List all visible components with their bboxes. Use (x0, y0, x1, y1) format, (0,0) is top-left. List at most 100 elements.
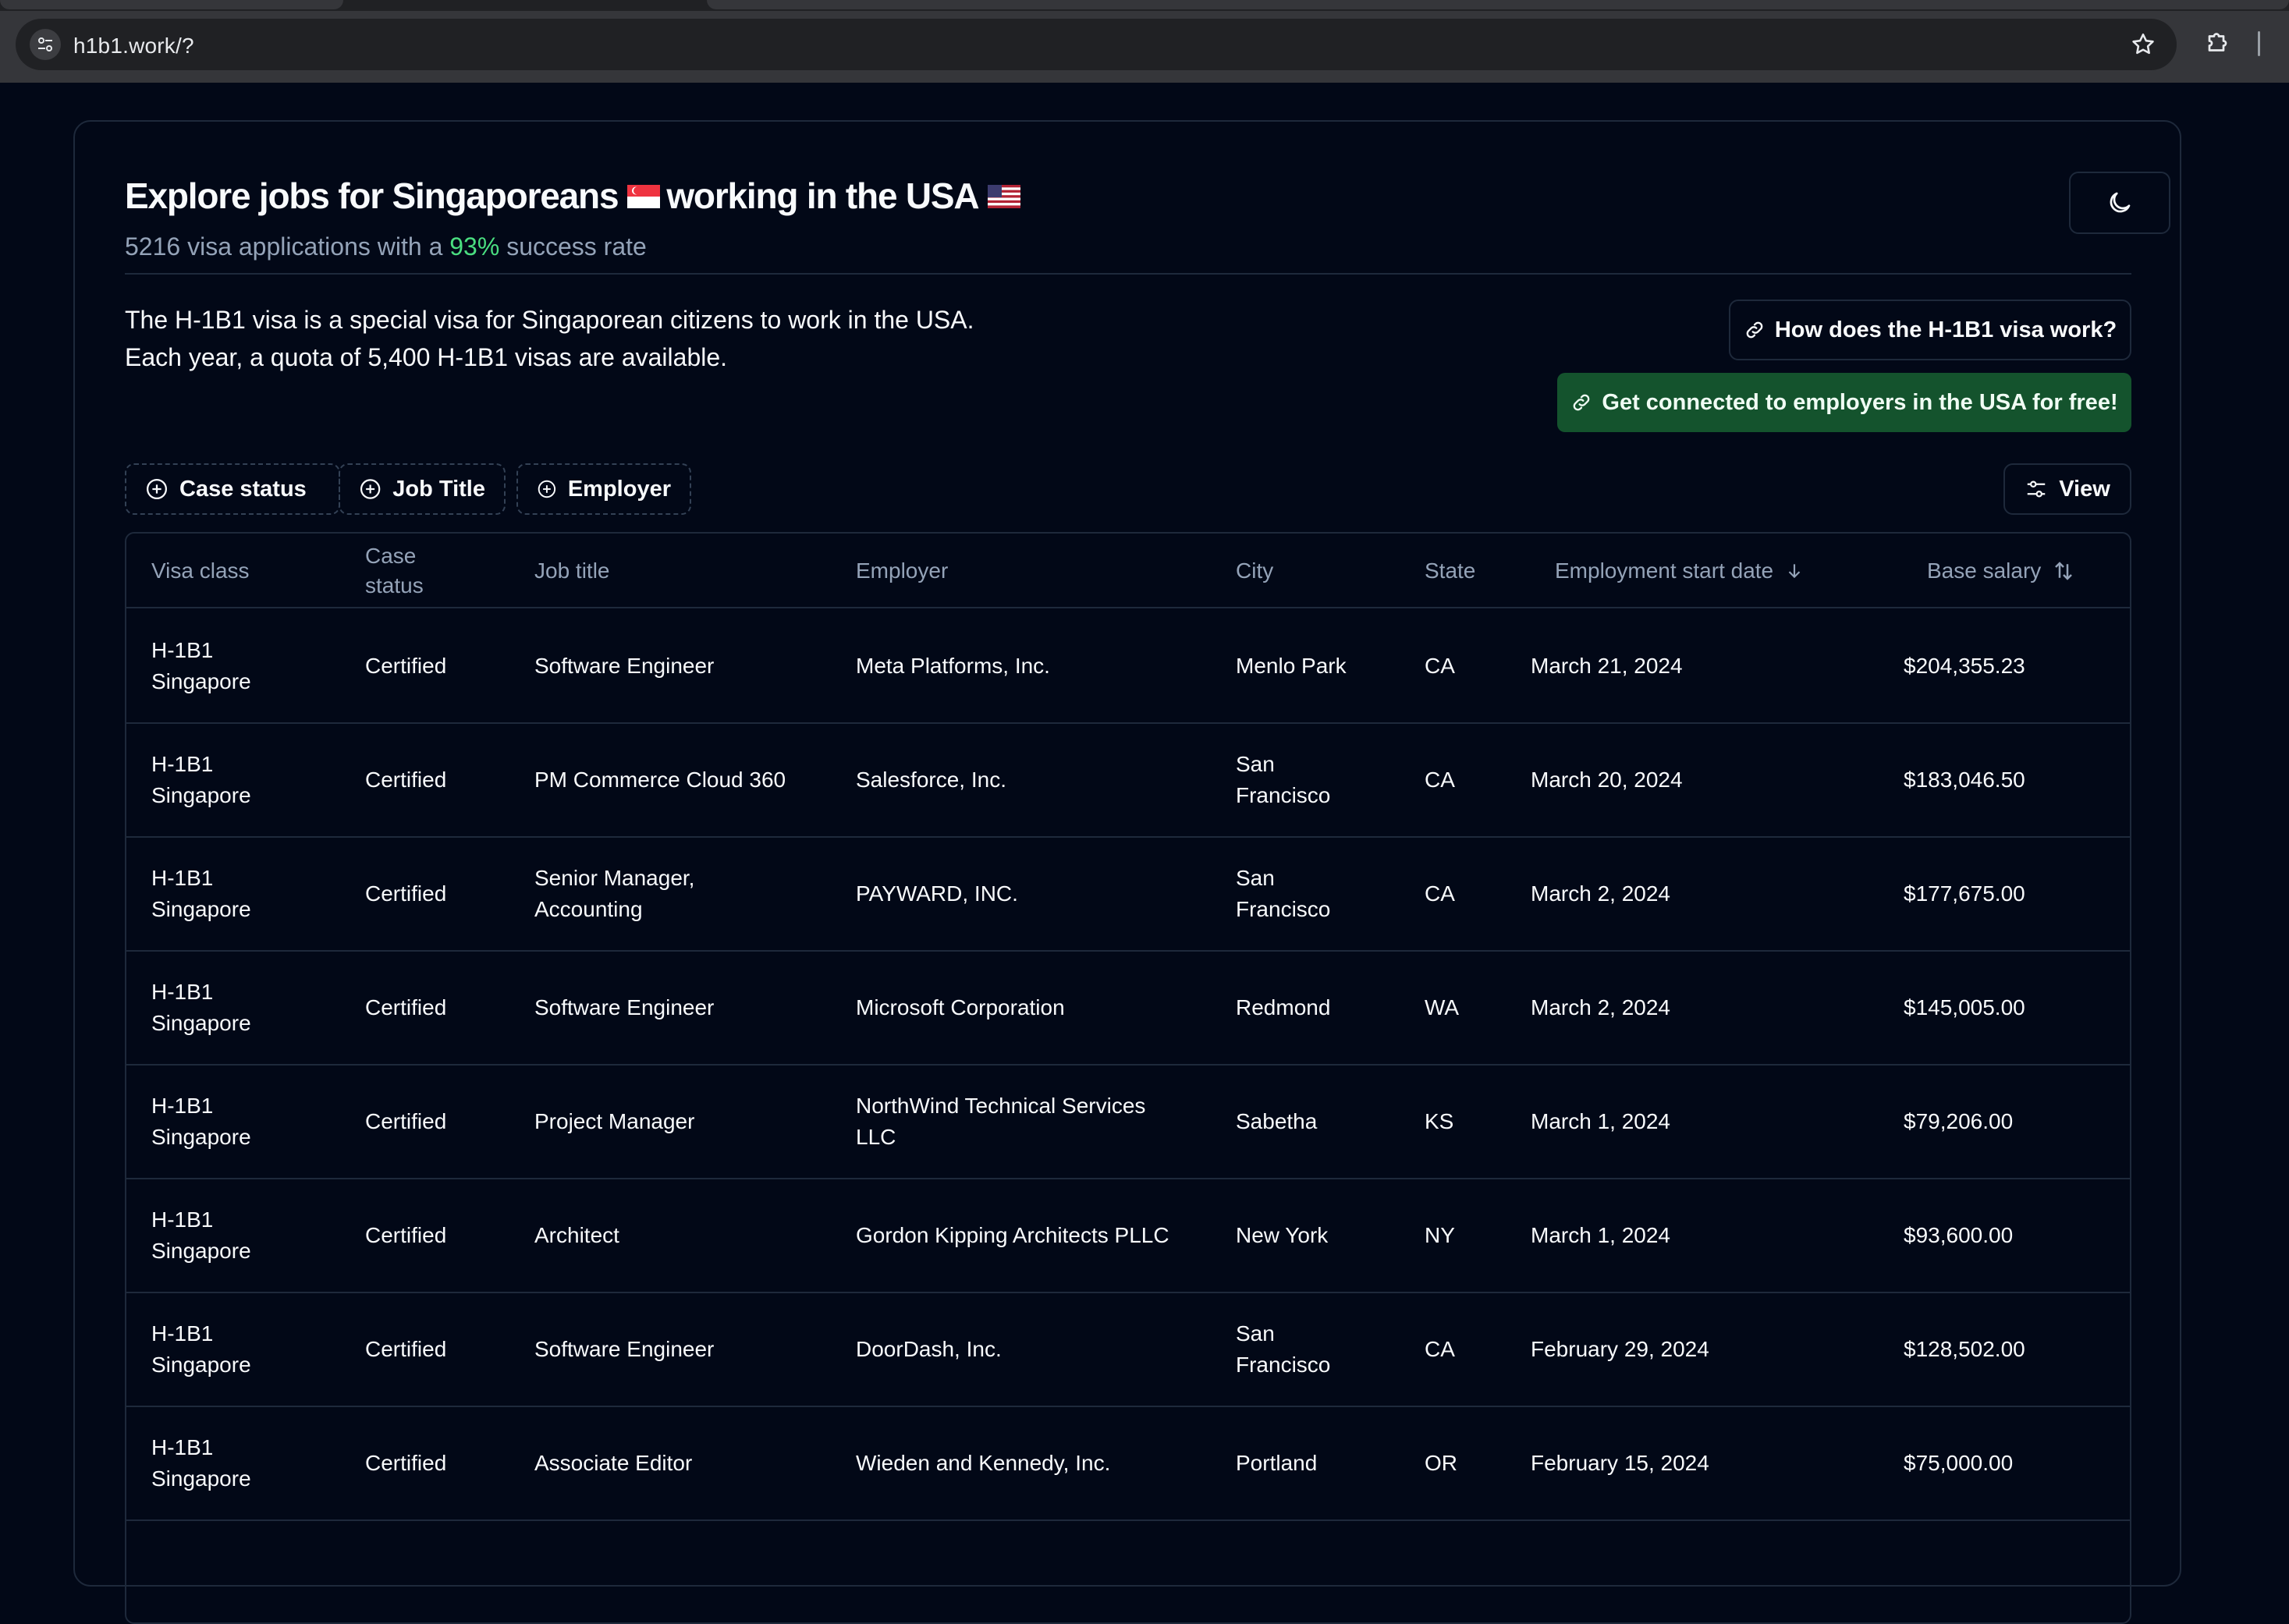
site-settings-icon[interactable] (30, 29, 61, 60)
cell-start-date-text: March 2, 2024 (1531, 878, 1670, 910)
browser-tab[interactable] (0, 0, 343, 9)
tab-strip (0, 0, 2289, 11)
cell-visa-class: H-1B1 Singapore (151, 838, 251, 950)
arrow-down-icon (1788, 564, 1801, 579)
cell-job-title-text: Software Engineer (534, 1334, 714, 1365)
cell-city: Redmond (1236, 952, 1330, 1064)
cell-visa-class: H-1B1 Singapore (151, 724, 251, 836)
table-row[interactable]: H-1B1 Singapore Certified PM Commerce Cloud… (126, 724, 2130, 838)
cell-city: Menlo Park (1236, 610, 1347, 722)
column-city[interactable]: City (1236, 534, 1273, 608)
view-options-button[interactable]: View (2003, 463, 2131, 515)
cell-city-text: Sabetha (1236, 1106, 1317, 1137)
column-visa-class[interactable]: Visa class (151, 534, 250, 608)
table-row[interactable]: H-1B1 Singapore Certified Software Engineer… (126, 952, 2130, 1066)
cell-job-title-line: Accounting (534, 897, 643, 921)
cell-employer-text: NorthWind Technical Services LLC (856, 1090, 1145, 1153)
column-label: Case status (365, 541, 424, 601)
column-start-date[interactable]: Employment start date (1555, 534, 1805, 608)
puzzle-icon[interactable] (2205, 28, 2233, 56)
filter-employer-button[interactable]: Employer (516, 463, 691, 515)
cell-visa-class: H-1B1 Singapore (151, 952, 251, 1064)
browser-tab-active[interactable] (707, 0, 2289, 9)
cell-visa-class-line: Singapore (151, 1353, 251, 1377)
cell-state-text: CA (1425, 764, 1455, 796)
cell-start-date: March 2, 2024 (1531, 838, 1670, 950)
cell-base-salary-text: $75,000.00 (1904, 1448, 2013, 1479)
cell-job-title-line: Software Engineer (534, 995, 715, 1019)
intro-text: The H-1B1 visa is a special visa for Sin… (125, 301, 974, 376)
table-row[interactable]: H-1B1 Singapore Certified Software Engineer… (126, 1293, 2130, 1407)
cell-base-salary-text: $204,355.23 (1904, 651, 2025, 682)
cell-base-salary-text: $93,600.00 (1904, 1220, 2013, 1251)
plus-circle-icon (538, 480, 556, 498)
cell-start-date-line: February 15, 2024 (1531, 1451, 1709, 1475)
cell-employer-line: DoorDash, Inc. (856, 1337, 1002, 1361)
column-job-title[interactable]: Job title (534, 534, 610, 608)
cell-job-title-text: Senior Manager, Accounting (534, 863, 694, 925)
cell-city-text: San Francisco (1236, 1318, 1330, 1381)
cell-city-text: New York (1236, 1220, 1328, 1251)
cell-state-line: CA (1425, 768, 1455, 792)
singapore-flag-icon (627, 175, 661, 217)
table-row[interactable]: H-1B1 Singapore Certified Architect Gordon K… (126, 1179, 2130, 1293)
filter-case-status-button[interactable]: Case status (125, 463, 340, 515)
cell-employer-line: Microsoft Corporation (856, 995, 1065, 1019)
cell-case-status: Certified (365, 1179, 446, 1292)
cell-employer-text: Gordon Kipping Architects PLLC (856, 1220, 1169, 1251)
cell-case-status-text: Certified (365, 992, 446, 1023)
column-case-status[interactable]: Case status (365, 534, 424, 608)
cell-state: OR (1425, 1407, 1457, 1519)
cell-case-status: Certified (365, 952, 446, 1064)
title-text-end: working in the USA (666, 176, 979, 216)
cell-employer-text: Salesforce, Inc. (856, 764, 1006, 796)
connect-employers-button[interactable]: Get connected to employers in the USA fo… (1557, 373, 2131, 432)
cell-job-title-line: PM Commerce Cloud 360 (534, 768, 786, 792)
column-label-line: Case (365, 544, 417, 568)
filter-job-title-button[interactable]: Job Title (339, 463, 506, 515)
cell-visa-class-line: Singapore (151, 1125, 251, 1149)
cell-base-salary-line: $183,046.50 (1904, 768, 2025, 792)
cell-city: Portland (1236, 1407, 1317, 1519)
column-base-salary[interactable]: Base salary (1927, 534, 2075, 608)
cell-employer: Gordon Kipping Architects PLLC (856, 1179, 1169, 1292)
theme-toggle-button[interactable] (2069, 172, 2170, 234)
cell-employer-line: NorthWind Technical Services (856, 1094, 1146, 1118)
cell-visa-class-line: Singapore (151, 1011, 251, 1035)
cell-employer: Meta Platforms, Inc. (856, 610, 1050, 722)
success-rate-suffix: success rate (506, 232, 647, 261)
cell-case-status-line: Certified (365, 995, 447, 1019)
column-employer[interactable]: Employer (856, 534, 948, 608)
table-row[interactable]: H-1B1 Singapore Certified Project Manager No… (126, 1066, 2130, 1179)
page-title: Explore jobs for Singaporeans working in… (125, 175, 1027, 220)
cell-visa-class-text: H-1B1 Singapore (151, 977, 251, 1039)
column-state[interactable]: State (1425, 534, 1475, 608)
cell-visa-class-line: H-1B1 (151, 1321, 214, 1346)
table-row[interactable]: H-1B1 Singapore Certified Senior Manager, Ac… (126, 838, 2130, 952)
table-row[interactable]: H-1B1 Singapore Certified Associate Editor W… (126, 1407, 2130, 1521)
cell-job-title: Software Engineer (534, 610, 714, 722)
how-visa-works-label: How does the H-1B1 visa work? (1774, 317, 2117, 342)
cell-start-date-text: February 15, 2024 (1531, 1448, 1709, 1479)
url-text[interactable]: h1b1.work/? (73, 34, 194, 59)
sliders-icon (2027, 480, 2046, 498)
cell-state-text: WA (1425, 992, 1459, 1023)
address-bar[interactable]: h1b1.work/? (16, 19, 2177, 70)
arrow-up-down-icon (2055, 562, 2073, 580)
cell-base-salary-line: $93,600.00 (1904, 1223, 2014, 1247)
cell-case-status-text: Certified (365, 1106, 446, 1137)
how-visa-works-button[interactable]: How does the H-1B1 visa work? (1729, 300, 2131, 360)
cell-base-salary: $128,502.00 (1904, 1293, 2025, 1406)
cell-city-text: Menlo Park (1236, 651, 1347, 682)
cell-case-status: Certified (365, 724, 446, 836)
cell-state: NY (1425, 1179, 1455, 1292)
cell-start-date-text: March 20, 2024 (1531, 764, 1683, 796)
cell-state-text: NY (1425, 1220, 1455, 1251)
cell-job-title: Software Engineer (534, 952, 714, 1064)
cell-visa-class: H-1B1 Singapore (151, 1066, 251, 1178)
table-row[interactable]: H-1B1 Singapore Certified Software Engineer… (126, 610, 2130, 724)
cell-state-line: KS (1425, 1109, 1454, 1133)
bookmark-star-icon[interactable] (2130, 31, 2156, 58)
cell-base-salary-text: $183,046.50 (1904, 764, 2025, 796)
cell-job-title-text: Software Engineer (534, 651, 714, 682)
